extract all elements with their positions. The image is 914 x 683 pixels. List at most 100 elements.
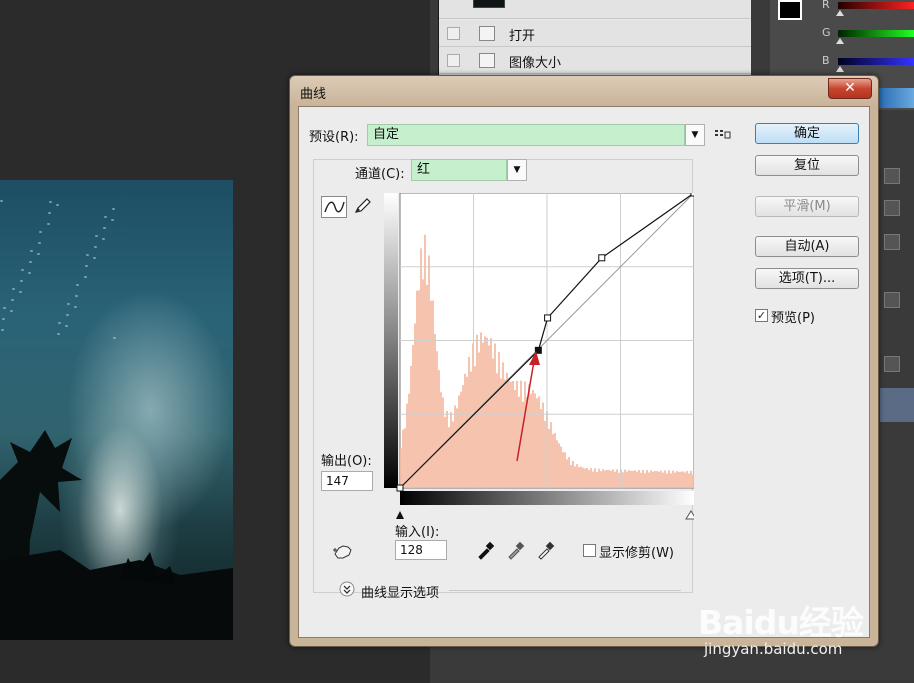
preset-dropdown-arrow[interactable]: ▼: [685, 124, 705, 146]
histogram-bar: [590, 468, 592, 488]
histogram-bar: [452, 421, 454, 488]
dialog-titlebar[interactable]: 曲线 ✕: [290, 76, 878, 106]
green-slider-track[interactable]: [838, 30, 914, 37]
white-eyedropper-icon[interactable]: [535, 539, 557, 561]
cloud-speck: [111, 219, 114, 221]
cloud-speck: [2, 318, 5, 320]
histogram-bar: [606, 469, 608, 488]
histogram-bar: [460, 391, 462, 488]
panel-tool-icon[interactable]: [884, 292, 900, 308]
cloud-speck: [86, 254, 89, 256]
close-icon: ✕: [844, 80, 856, 96]
histogram-bar: [500, 378, 502, 488]
histogram-bar: [510, 382, 512, 488]
cloud-speck: [102, 238, 105, 240]
sky-photo[interactable]: [0, 180, 233, 640]
histogram-bar: [512, 381, 514, 488]
histogram-bar: [482, 342, 484, 488]
red-slider-handle[interactable]: [836, 10, 844, 16]
red-slider-track[interactable]: [838, 2, 914, 9]
histogram-bar: [450, 412, 452, 488]
history-checkbox[interactable]: [447, 27, 460, 40]
preview-checkbox[interactable]: ✓: [755, 309, 768, 322]
histogram-bar: [560, 446, 562, 488]
black-eyedropper-icon[interactable]: [475, 539, 497, 561]
chevron-down-circle-icon[interactable]: [339, 581, 355, 597]
cloud-speck: [29, 261, 32, 263]
histogram-bar: [616, 469, 618, 488]
history-snapshot-row[interactable]: [439, 0, 751, 19]
histogram-bar: [458, 395, 460, 488]
histogram-bar: [442, 397, 444, 488]
histogram-bar: [490, 338, 492, 488]
history-item-image-size[interactable]: 图像大小: [439, 47, 751, 74]
close-button[interactable]: ✕: [828, 78, 872, 99]
white-point-slider-icon[interactable]: [685, 510, 694, 520]
blue-slider-track[interactable]: [838, 58, 914, 65]
histogram-bar: [580, 466, 582, 488]
histogram-bar: [492, 358, 494, 488]
histogram-bar: [562, 452, 564, 488]
histogram-bar: [654, 471, 656, 488]
histogram-bar: [550, 422, 552, 488]
foreground-color-swatch[interactable]: [778, 0, 802, 20]
cloud-speck: [103, 227, 106, 229]
histogram-bar: [432, 300, 434, 488]
histogram-bar: [416, 290, 418, 488]
hand-target-icon[interactable]: [331, 540, 355, 562]
green-slider-handle[interactable]: [836, 38, 844, 44]
show-clipping-checkbox[interactable]: [583, 544, 596, 557]
histogram-bar: [598, 468, 600, 488]
cloud-speck: [38, 242, 41, 244]
watermark-url: jingyan.baidu.com: [704, 640, 843, 658]
histogram-bar: [602, 469, 604, 488]
channel-dropdown-arrow[interactable]: ▼: [507, 159, 527, 181]
selected-layer-row[interactable]: [880, 388, 914, 422]
histogram-bar: [470, 371, 472, 488]
histogram-bar: [474, 366, 476, 488]
lock-icon[interactable]: [884, 356, 900, 372]
list-options-icon[interactable]: [715, 129, 731, 141]
blue-slider-handle[interactable]: [836, 66, 844, 72]
histogram-bar: [568, 457, 570, 488]
reset-button[interactable]: 复位: [755, 155, 859, 176]
preset-select[interactable]: 自定: [367, 124, 685, 146]
histogram-bar: [566, 459, 568, 488]
histogram-bar: [652, 471, 654, 488]
channel-select[interactable]: 红: [411, 159, 507, 181]
options-button[interactable]: 选项(T)...: [755, 268, 859, 289]
curves-dialog: 曲线 ✕ 预设(R): 自定 ▼ 确定 复位 平滑(M) 自动(A) 选项(T)…: [289, 75, 879, 647]
pencil-mode-button[interactable]: [350, 196, 376, 218]
histogram-bar: [524, 381, 526, 488]
histogram-bar: [434, 333, 436, 488]
cloud-speck: [112, 208, 115, 210]
auto-button[interactable]: 自动(A): [755, 236, 859, 257]
histogram-bar: [634, 470, 636, 488]
histogram-bar: [648, 472, 650, 488]
display-options-label[interactable]: 曲线显示选项: [361, 582, 439, 601]
curve-graph[interactable]: [384, 193, 694, 523]
histogram-bar: [402, 429, 404, 488]
panel-tool-icon[interactable]: [884, 168, 900, 184]
panel-tool-icon[interactable]: [884, 200, 900, 216]
gray-eyedropper-icon[interactable]: [505, 539, 527, 561]
input-field[interactable]: 128: [395, 540, 447, 560]
check-mark-icon: ✓: [756, 309, 767, 322]
histogram-bar: [406, 403, 408, 488]
histogram-bar: [540, 409, 542, 488]
preview-label: 预览(P): [771, 311, 815, 326]
input-gradient-bar: [400, 491, 694, 505]
history-item-open[interactable]: 打开: [439, 20, 751, 47]
histogram-bar: [628, 470, 630, 488]
histogram-bar: [536, 398, 538, 488]
show-clipping-label: 显示修剪(W): [599, 546, 674, 561]
black-point-slider-icon[interactable]: [396, 511, 404, 519]
image-size-icon: [479, 53, 495, 68]
history-checkbox[interactable]: [447, 54, 460, 67]
panel-tool-icon[interactable]: [884, 234, 900, 250]
curve-edit-mode-button[interactable]: [321, 196, 347, 218]
document-icon: [479, 26, 495, 41]
cloud-speck: [37, 253, 40, 255]
output-field[interactable]: 147: [321, 471, 373, 491]
ok-button[interactable]: 确定: [755, 123, 859, 144]
